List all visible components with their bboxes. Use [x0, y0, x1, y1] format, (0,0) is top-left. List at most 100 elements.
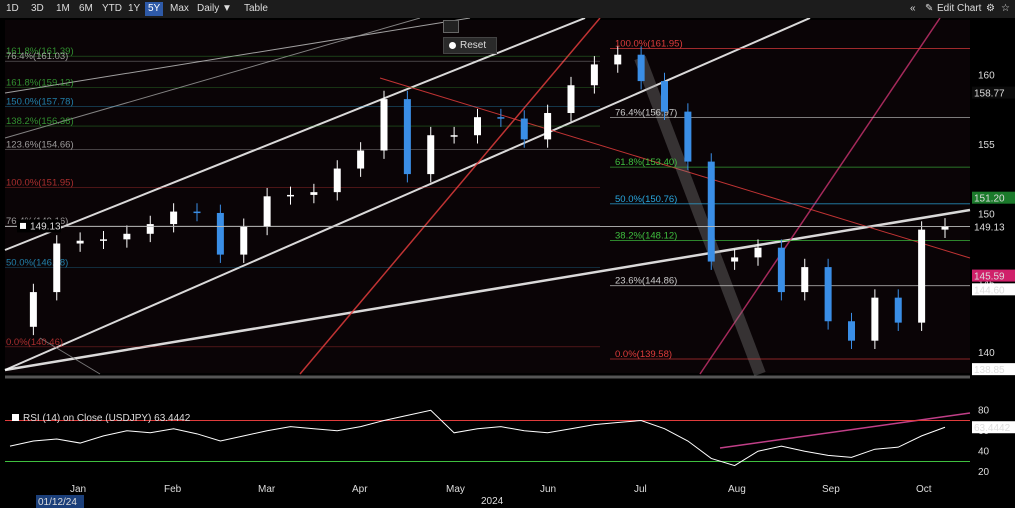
rsi-legend-swatch — [12, 414, 19, 421]
candle-body — [520, 118, 528, 140]
range-max-button[interactable]: Max — [167, 2, 192, 16]
fib-label: 0.0%(140.46) — [6, 337, 63, 348]
price-axis-tag-label: 149.13 — [974, 222, 1005, 233]
range-6m-button[interactable]: 6M — [76, 2, 96, 16]
candle-body — [731, 257, 739, 262]
candle-body — [614, 54, 622, 65]
candle-body — [380, 99, 388, 151]
frequency-select[interactable]: Daily ▼ — [194, 2, 235, 16]
price-tick-label: 160 — [978, 71, 995, 82]
candle-body — [403, 99, 411, 175]
month-label: Jun — [540, 484, 556, 495]
fib-label: 150.0%(157.78) — [6, 96, 74, 107]
rsi-tick-label: 40 — [978, 446, 990, 457]
edit-icon[interactable]: ✎ — [925, 2, 933, 16]
price-axis-tag-label: 138.85 — [974, 365, 1005, 376]
collapse-checkbox[interactable] — [443, 20, 459, 33]
price-axis-tag-label: 151.20 — [974, 194, 1005, 205]
table-button[interactable]: Table — [241, 2, 271, 16]
reset-label: Reset — [460, 40, 487, 51]
fib-label: 0.0%(139.58) — [615, 349, 672, 360]
fib-label: 76.4%(161.03) — [6, 51, 68, 62]
price-axis-tag-label: 145.59 — [974, 272, 1005, 283]
candle-body — [918, 229, 926, 323]
candle-body — [100, 239, 107, 241]
edit-chart-button[interactable]: Edit Chart — [937, 2, 981, 16]
month-label: Aug — [728, 484, 746, 495]
candle-body — [684, 111, 692, 162]
candle-body — [777, 247, 785, 293]
candle-body — [53, 243, 61, 293]
candle-body — [544, 113, 552, 140]
fib-label: 50.0%(150.76) — [615, 194, 677, 205]
candle-body — [240, 226, 248, 255]
double-chevron-left-icon[interactable]: « — [910, 2, 916, 16]
fib-label: 123.6%(154.66) — [6, 140, 74, 151]
date-cursor-label: 01/12/24 — [38, 497, 77, 508]
range-3d-button[interactable]: 3D — [28, 2, 47, 16]
candle-body — [263, 196, 271, 227]
candle-body — [357, 150, 365, 169]
price-tick-label: 155 — [978, 140, 995, 151]
candle-body — [848, 321, 855, 341]
candle-body — [146, 224, 154, 234]
chart-toolbar: 1D 3D 1M 6M YTD 1Y 5Y Max Daily ▼ Table … — [0, 0, 1015, 19]
candle-body — [894, 297, 902, 323]
candle-body — [497, 117, 505, 119]
candle-body — [824, 267, 832, 322]
month-label: Jan — [70, 484, 86, 495]
fib-label: 38.2%(148.12) — [615, 230, 677, 241]
candle-body — [333, 168, 341, 193]
candle-body — [801, 267, 809, 293]
legend-swatch — [20, 222, 26, 229]
candle-body — [29, 292, 37, 327]
fib-label: 138.2%(156.36) — [6, 116, 74, 127]
range-1m-button[interactable]: 1M — [53, 2, 73, 16]
rsi-tick-label: 80 — [978, 405, 990, 416]
month-label: Sep — [822, 484, 840, 495]
month-label: Apr — [352, 484, 368, 495]
candle-body — [76, 240, 84, 244]
candle-body — [310, 192, 318, 195]
candle-body — [427, 135, 435, 175]
gear-icon[interactable]: ⚙ — [986, 2, 995, 16]
fib-label: 61.8%(153.40) — [615, 157, 677, 168]
candle-body — [661, 81, 668, 112]
last-price-label: 149.13 — [30, 221, 61, 232]
price-tick-label: 140 — [978, 348, 995, 359]
star-icon[interactable]: ☆ — [1001, 2, 1010, 16]
candle-body — [941, 226, 949, 230]
candle-body — [193, 211, 201, 214]
price-axis-tag-label: 158.77 — [974, 89, 1005, 100]
frequency-label: Daily — [197, 3, 220, 14]
fib-label: 100.0%(161.95) — [615, 38, 683, 49]
candle-body — [287, 194, 294, 197]
candle-body — [450, 135, 458, 137]
price-tick-label: 150 — [978, 209, 995, 220]
range-1d-button[interactable]: 1D — [3, 2, 22, 16]
range-1y-button[interactable]: 1Y — [125, 2, 143, 16]
candle-body — [871, 297, 879, 341]
month-label: Mar — [258, 484, 276, 495]
fib-label: 161.8%(159.12) — [6, 78, 74, 89]
month-label: Jul — [634, 484, 647, 495]
candle-body — [216, 212, 224, 255]
reset-icon — [449, 42, 456, 49]
month-label: Feb — [164, 484, 182, 495]
candle-body — [590, 64, 598, 86]
range-ytd-button[interactable]: YTD — [99, 2, 125, 16]
rsi-tick-label: 20 — [978, 467, 990, 478]
month-label: Oct — [916, 484, 932, 495]
candle-body — [474, 117, 481, 136]
rsi-title: RSI (14) on Close (USDJPY) 63.4442 — [23, 413, 191, 424]
candle-body — [754, 247, 762, 258]
candle-body — [170, 211, 178, 225]
year-label: 2024 — [481, 496, 504, 507]
price-chart: 100.0%(161.95)76.4%(156.97)61.8%(153.40)… — [0, 18, 1015, 508]
fib-label: 100.0%(151.95) — [6, 177, 74, 188]
range-5y-button[interactable]: 5Y — [145, 2, 164, 16]
month-label: May — [446, 484, 465, 495]
chevron-down-icon: ▼ — [222, 3, 232, 14]
reset-button[interactable]: Reset — [443, 37, 497, 54]
candle-body — [707, 161, 715, 262]
